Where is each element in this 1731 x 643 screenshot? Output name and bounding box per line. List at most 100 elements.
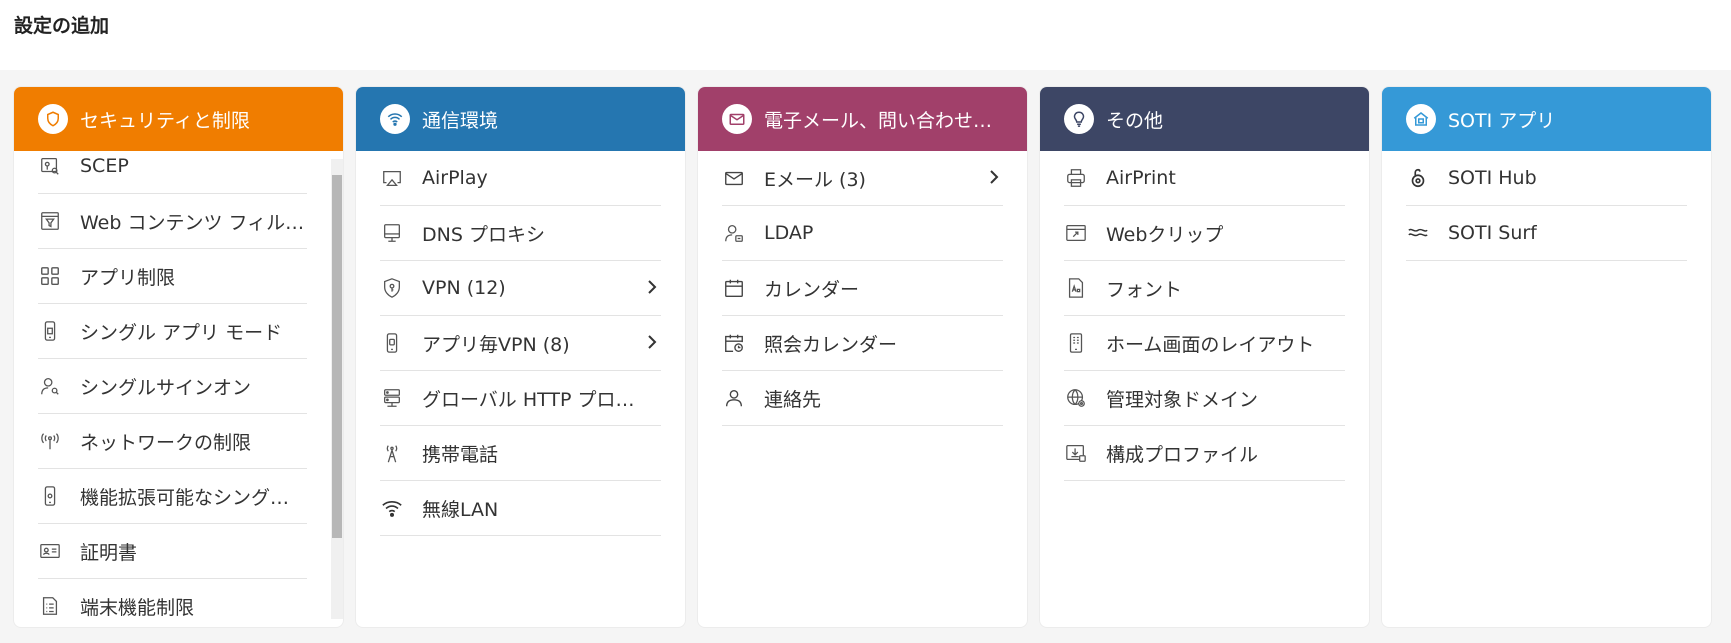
card-soti: SOTI アプリ SOTI Hub SOTI Surf — [1382, 87, 1711, 627]
item-label: 照会カレンダー — [764, 333, 898, 356]
item-label: SOTI Surf — [1448, 222, 1537, 244]
card-other: その他 AirPrint Webクリップ フォント ホーム画面のレイアウト 管理… — [1040, 87, 1369, 627]
list-item-managed-domains[interactable]: 管理対象ドメイン — [1064, 371, 1345, 426]
card-email-list: Eメール (3) LDAP カレンダー 照会カレンダー 連絡先 — [698, 151, 1027, 426]
scrollbar-thumb[interactable] — [332, 175, 342, 538]
card-email-header[interactable]: 電子メール、問い合わせ先、カレンダー — [698, 87, 1027, 151]
list-item-web-clip[interactable]: Webクリップ — [1064, 206, 1345, 261]
list-item-calendar[interactable]: カレンダー — [722, 261, 1003, 316]
list-item-email[interactable]: Eメール (3) — [722, 151, 1003, 206]
item-label: Eメール (3) — [764, 168, 866, 191]
waves-icon — [1406, 221, 1430, 245]
item-label: アプリ毎VPN (8) — [422, 333, 570, 356]
list-item-extensible-sso[interactable]: 機能拡張可能なシングルサインオン — [38, 469, 307, 524]
item-label: アプリ制限 — [80, 266, 176, 289]
list-item-network-restrictions[interactable]: ネットワークの制限 — [38, 414, 307, 469]
server-icon — [380, 386, 404, 410]
wifi-icon — [380, 496, 404, 520]
card-security-title: セキュリティと制限 — [80, 109, 250, 132]
calendar-clock-icon — [722, 331, 746, 355]
calendar-icon — [722, 276, 746, 300]
list-item-global-http-proxy[interactable]: グローバル HTTP プロキシ — [380, 371, 661, 426]
card-other-header[interactable]: その他 — [1040, 87, 1369, 151]
list-item-contacts[interactable]: 連絡先 — [722, 371, 1003, 426]
chevron-right-icon — [648, 335, 657, 349]
lightbulb-icon — [1064, 104, 1094, 134]
item-label: ホーム画面のレイアウト — [1106, 333, 1315, 356]
shield-key-icon — [380, 276, 404, 300]
list-item-web-content-filter[interactable]: Web コンテンツ フィルター — [38, 194, 307, 249]
item-label: AirPrint — [1106, 167, 1176, 189]
item-label: Web コンテンツ フィルター — [80, 211, 307, 234]
monitor-icon — [380, 221, 404, 245]
list-item-single-sign-on[interactable]: シングルサインオン — [38, 359, 307, 414]
list-item-single-app-mode[interactable]: シングル アプリ モード — [38, 304, 307, 359]
list-item-certificates[interactable]: 証明書 — [38, 524, 307, 579]
list-item-wireless-lan[interactable]: 無線LAN — [380, 481, 661, 536]
list-item-app-restrictions[interactable]: アプリ制限 — [38, 249, 307, 304]
card-security-list: SCEP Web コンテンツ フィルター アプリ制限 シングル アプリ モード — [14, 139, 343, 627]
item-label: 証明書 — [80, 541, 138, 564]
list-item-device-restrictions[interactable]: 端末機能制限 — [38, 579, 307, 627]
item-label: カレンダー — [764, 278, 860, 301]
web-filter-icon — [38, 209, 62, 233]
list-item-airprint[interactable]: AirPrint — [1064, 151, 1345, 206]
mail-icon — [722, 104, 752, 134]
item-label: ネットワークの制限 — [80, 431, 252, 454]
card-network-title: 通信環境 — [422, 109, 499, 132]
id-card-icon — [38, 539, 62, 563]
item-label: 管理対象ドメイン — [1106, 388, 1259, 411]
wifi-icon — [380, 104, 410, 134]
settings-board: セキュリティと制限 SCEP Web コンテンツ フィルター アプリ制限 シング… — [0, 70, 1731, 643]
list-item-home-screen-layout[interactable]: ホーム画面のレイアウト — [1064, 316, 1345, 371]
shield-icon — [38, 104, 68, 134]
profile-download-icon — [1064, 441, 1088, 465]
list-item-fonts[interactable]: フォント — [1064, 261, 1345, 316]
chevron-right-icon — [990, 170, 999, 184]
list-item-soti-hub[interactable]: SOTI Hub — [1406, 151, 1687, 206]
list-item-configuration-profiles[interactable]: 構成プロファイル — [1064, 426, 1345, 481]
list-item-subscribed-calendar[interactable]: 照会カレンダー — [722, 316, 1003, 371]
item-label: SOTI Hub — [1448, 167, 1537, 189]
airplay-icon — [380, 166, 404, 190]
item-label: シングル アプリ モード — [80, 321, 283, 344]
card-other-title: その他 — [1106, 109, 1164, 132]
list-item-cellular[interactable]: 携帯電話 — [380, 426, 661, 481]
item-label: SCEP — [80, 155, 129, 177]
item-label: シングルサインオン — [80, 376, 252, 399]
list-item-per-app-vpn[interactable]: アプリ毎VPN (8) — [380, 316, 661, 371]
item-label: 連絡先 — [764, 388, 822, 411]
chevron-right-icon — [648, 280, 657, 294]
item-label: AirPlay — [422, 167, 488, 189]
item-label: 構成プロファイル — [1106, 443, 1259, 466]
item-label: 端末機能制限 — [80, 596, 195, 619]
user-key-icon — [38, 374, 62, 398]
card-soti-header[interactable]: SOTI アプリ — [1382, 87, 1711, 151]
item-label: グローバル HTTP プロキシ — [422, 388, 652, 411]
phone-icon — [38, 484, 62, 508]
lock-hub-icon — [1406, 166, 1430, 190]
list-item-scep[interactable]: SCEP — [38, 139, 307, 194]
printer-icon — [1064, 166, 1088, 190]
item-label: DNS プロキシ — [422, 223, 545, 246]
card-network-header[interactable]: 通信環境 — [356, 87, 685, 151]
user-icon — [722, 386, 746, 410]
card-other-list: AirPrint Webクリップ フォント ホーム画面のレイアウト 管理対象ドメ… — [1040, 151, 1369, 481]
certificate-key-icon — [38, 154, 62, 178]
globe-gear-icon — [1064, 386, 1088, 410]
item-label: フォント — [1106, 278, 1183, 301]
card-email-title: 電子メール、問い合わせ先、カレンダー — [764, 109, 999, 132]
list-item-dns-proxy[interactable]: DNS プロキシ — [380, 206, 661, 261]
item-label: Webクリップ — [1106, 223, 1224, 246]
list-item-ldap[interactable]: LDAP — [722, 206, 1003, 261]
ldap-user-icon — [722, 221, 746, 245]
card-soti-list: SOTI Hub SOTI Surf — [1382, 151, 1711, 261]
list-item-airplay[interactable]: AirPlay — [380, 151, 661, 206]
list-item-soti-surf[interactable]: SOTI Surf — [1406, 206, 1687, 261]
card-network: 通信環境 AirPlay DNS プロキシ VPN (12) アプリ毎VPN (… — [356, 87, 685, 627]
item-label: 携帯電話 — [422, 443, 499, 466]
home-app-icon — [1406, 104, 1436, 134]
card-security: セキュリティと制限 SCEP Web コンテンツ フィルター アプリ制限 シング… — [14, 87, 343, 627]
list-item-vpn[interactable]: VPN (12) — [380, 261, 661, 316]
page-title: 設定の追加 — [14, 15, 110, 37]
